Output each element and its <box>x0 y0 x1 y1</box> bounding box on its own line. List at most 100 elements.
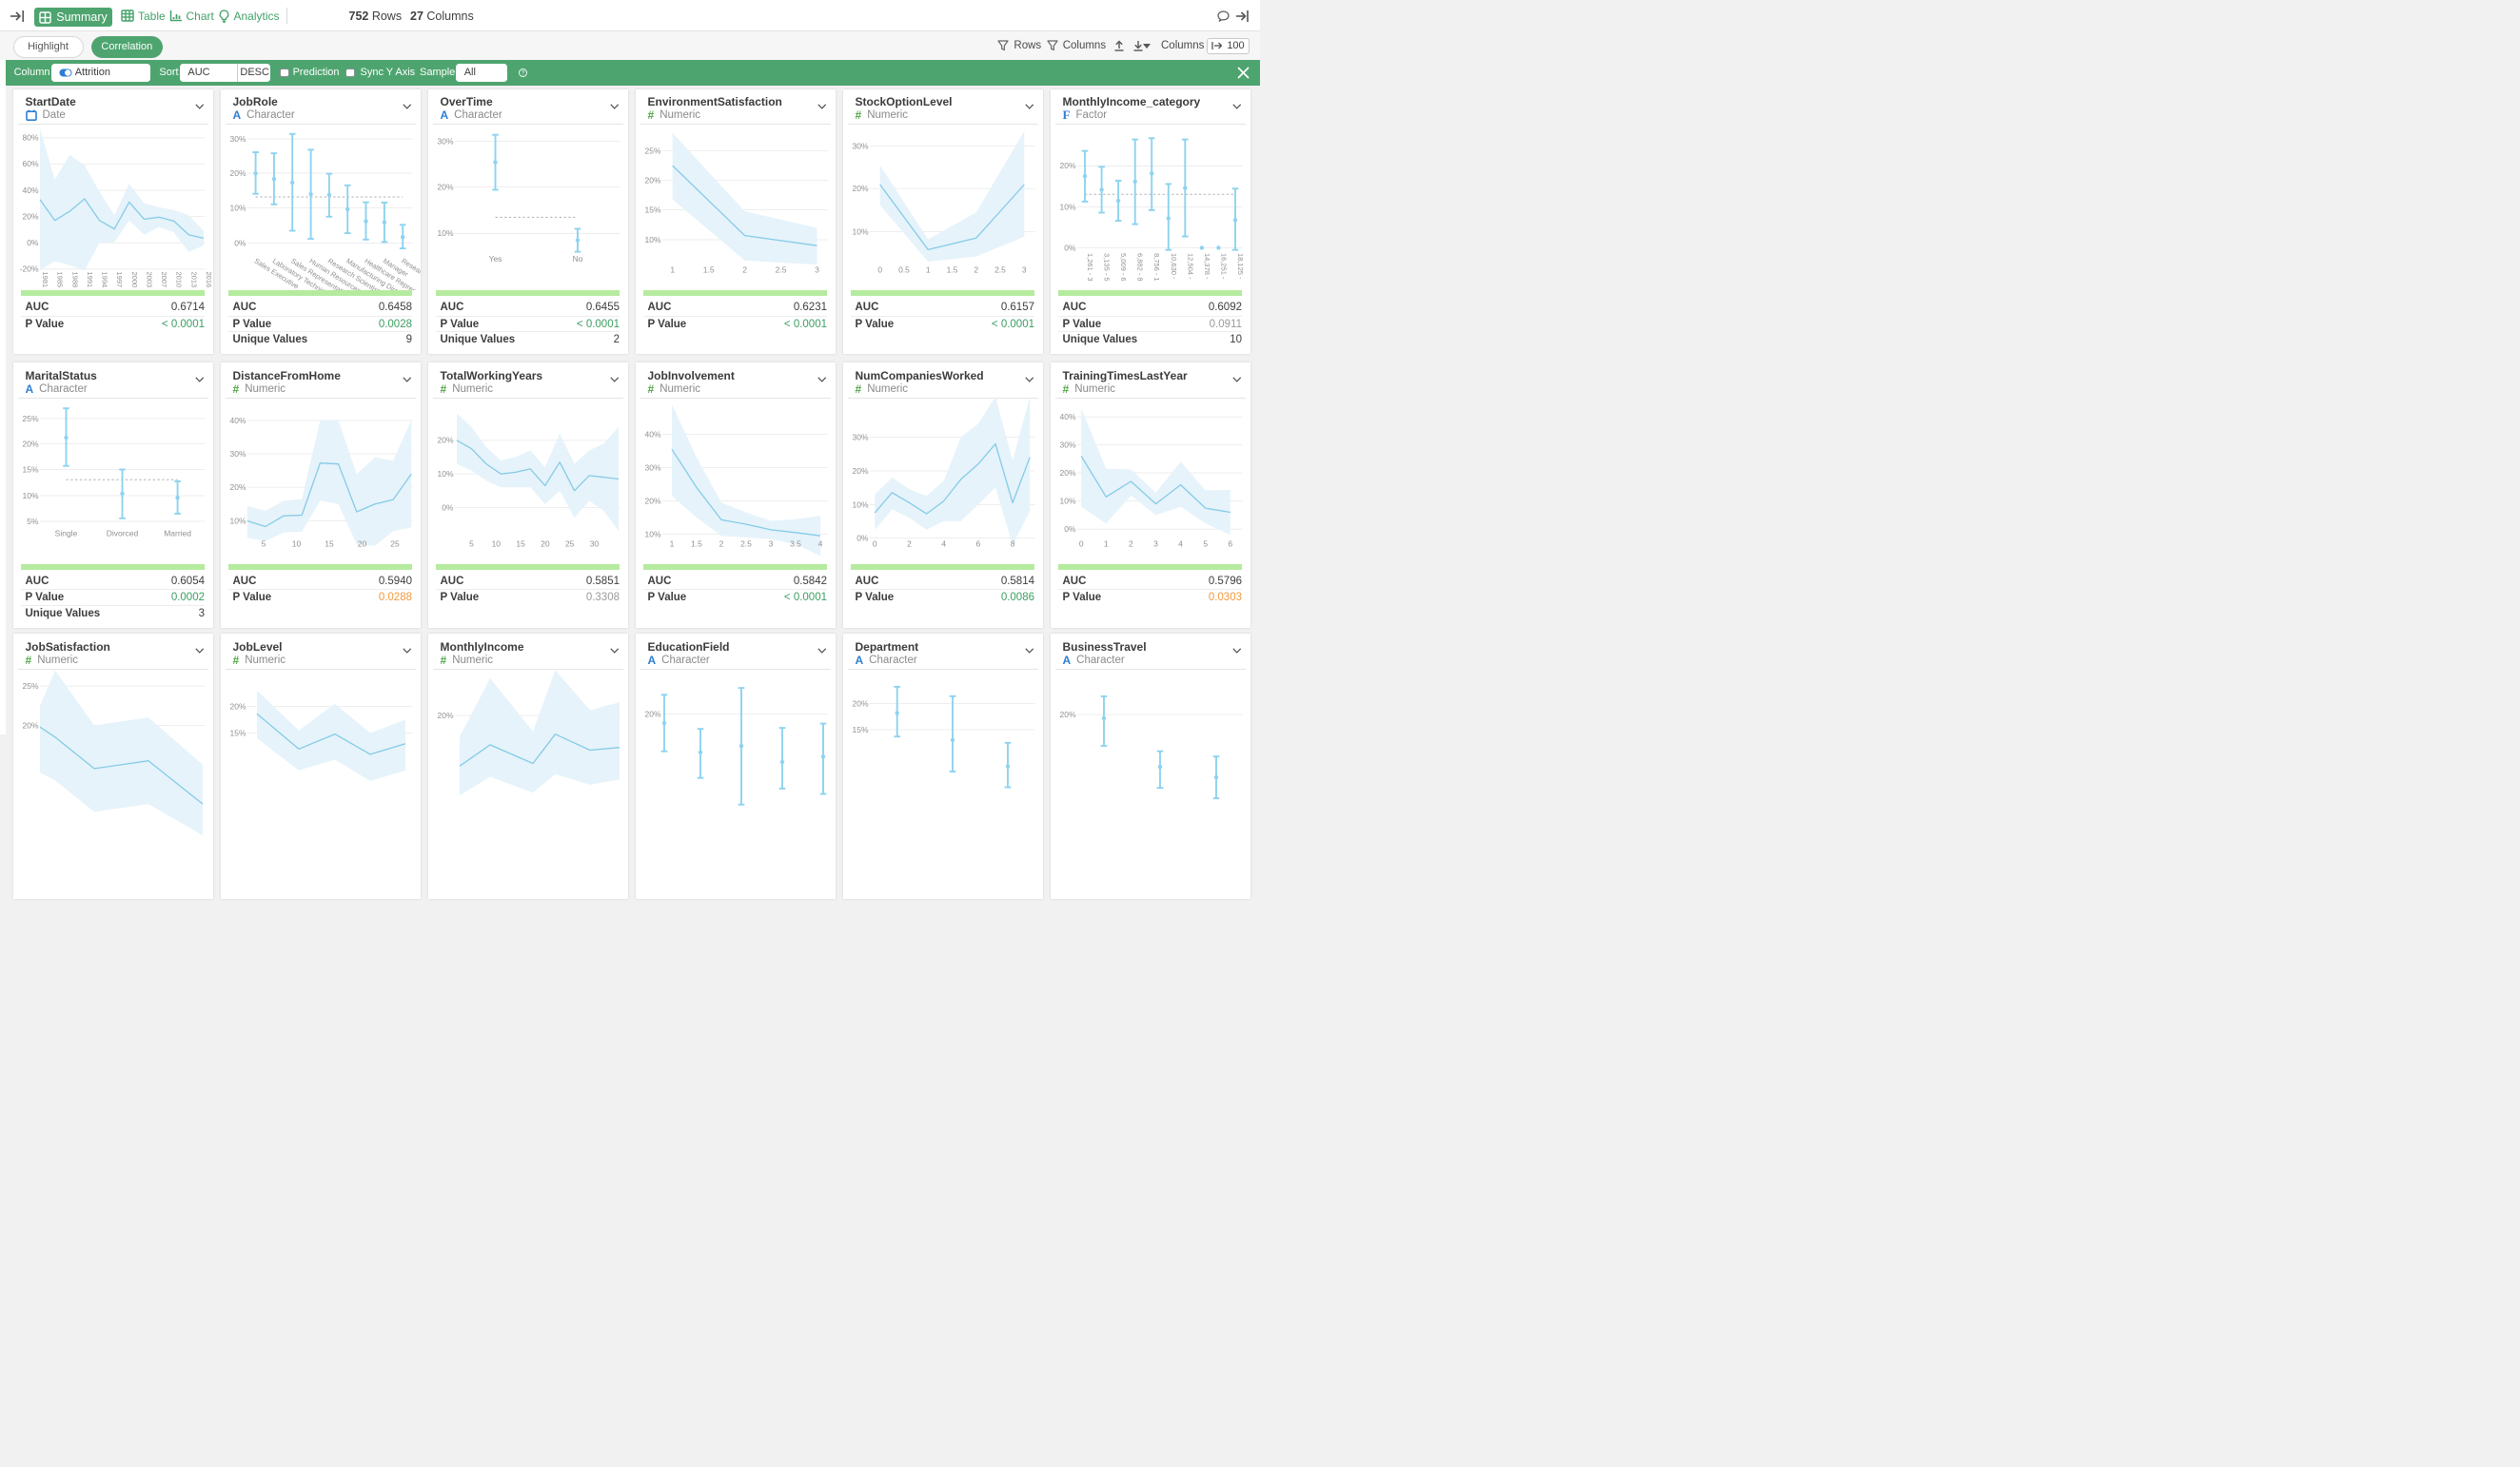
svg-text:0%: 0% <box>27 238 39 247</box>
svg-text:5: 5 <box>469 538 474 548</box>
svg-text:20%: 20% <box>1059 467 1075 477</box>
svg-text:15%: 15% <box>22 464 38 474</box>
svg-text:1.5: 1.5 <box>702 265 714 275</box>
svg-text:Married: Married <box>164 528 191 538</box>
svg-text:3: 3 <box>1153 538 1158 548</box>
svg-text:2: 2 <box>974 265 978 275</box>
svg-text:2: 2 <box>907 538 912 548</box>
svg-text:10: 10 <box>291 538 301 548</box>
svg-text:1991: 1991 <box>85 272 93 288</box>
svg-text:1988: 1988 <box>70 272 79 288</box>
svg-text:8,756 - 1: 8,756 - 1 <box>1152 253 1161 282</box>
svg-text:10%: 10% <box>644 235 660 244</box>
svg-text:1.5: 1.5 <box>691 538 702 548</box>
svg-text:15: 15 <box>516 538 525 548</box>
svg-text:20%: 20% <box>437 435 453 444</box>
svg-text:10%: 10% <box>644 529 660 538</box>
svg-text:No: No <box>572 254 582 264</box>
svg-text:30%: 30% <box>437 136 453 146</box>
svg-text:30%: 30% <box>229 134 246 144</box>
svg-text:10%: 10% <box>852 499 868 509</box>
svg-text:3: 3 <box>768 538 773 548</box>
svg-text:4: 4 <box>941 538 946 548</box>
svg-text:18,125 -: 18,125 - <box>1236 253 1245 280</box>
svg-text:3: 3 <box>1021 265 1026 275</box>
svg-text:30: 30 <box>589 538 599 548</box>
svg-text:20%: 20% <box>644 175 660 185</box>
svg-text:14,378 -: 14,378 - <box>1202 253 1211 280</box>
svg-text:2013: 2013 <box>189 272 198 288</box>
svg-text:0%: 0% <box>234 238 246 247</box>
svg-text:20%: 20% <box>644 496 660 505</box>
svg-text:30%: 30% <box>1059 440 1075 449</box>
svg-text:20: 20 <box>541 538 550 548</box>
svg-text:15%: 15% <box>644 205 660 214</box>
svg-text:2: 2 <box>719 538 723 548</box>
svg-text:20%: 20% <box>437 710 453 719</box>
svg-text:16,251 -: 16,251 - <box>1219 253 1228 280</box>
svg-text:1: 1 <box>1103 538 1108 548</box>
svg-text:10%: 10% <box>22 490 38 499</box>
svg-text:3: 3 <box>815 265 819 275</box>
svg-text:40%: 40% <box>22 186 38 195</box>
svg-text:20: 20 <box>357 538 366 548</box>
svg-text:0.5: 0.5 <box>898 265 910 275</box>
svg-text:6: 6 <box>975 538 980 548</box>
svg-text:10%: 10% <box>852 226 868 236</box>
svg-text:40%: 40% <box>229 415 246 424</box>
svg-text:20%: 20% <box>852 465 868 475</box>
svg-text:1981: 1981 <box>41 272 49 288</box>
svg-text:20%: 20% <box>229 701 246 711</box>
svg-text:5%: 5% <box>27 516 39 525</box>
svg-text:10: 10 <box>491 538 501 548</box>
svg-text:60%: 60% <box>22 159 38 168</box>
svg-text:15%: 15% <box>852 724 868 734</box>
svg-text:2.5: 2.5 <box>740 538 752 548</box>
svg-text:10,630 -: 10,630 - <box>1169 253 1177 280</box>
svg-text:40%: 40% <box>1059 412 1075 421</box>
svg-text:5: 5 <box>261 538 266 548</box>
svg-text:25%: 25% <box>22 681 38 691</box>
svg-text:10%: 10% <box>1059 496 1075 505</box>
svg-text:3.5: 3.5 <box>790 538 801 548</box>
svg-text:25%: 25% <box>22 413 38 422</box>
svg-text:-20%: -20% <box>19 264 38 274</box>
svg-text:2.5: 2.5 <box>994 265 1006 275</box>
svg-text:15: 15 <box>325 538 334 548</box>
svg-text:1: 1 <box>925 265 930 275</box>
svg-text:4: 4 <box>1178 538 1183 548</box>
svg-text:0%: 0% <box>856 533 869 542</box>
svg-text:2: 2 <box>742 265 747 275</box>
svg-text:2016: 2016 <box>205 272 213 288</box>
svg-text:25: 25 <box>564 538 574 548</box>
svg-text:6,882 - 8: 6,882 - 8 <box>1135 253 1144 282</box>
svg-text:8: 8 <box>1010 538 1014 548</box>
svg-text:1985: 1985 <box>55 272 64 288</box>
svg-text:1.5: 1.5 <box>946 265 957 275</box>
svg-text:2.5: 2.5 <box>775 265 786 275</box>
svg-text:10%: 10% <box>229 203 246 212</box>
svg-text:0%: 0% <box>1064 524 1076 534</box>
svg-text:6: 6 <box>1228 538 1232 548</box>
svg-text:10%: 10% <box>437 228 453 238</box>
svg-text:1: 1 <box>670 265 675 275</box>
svg-text:2: 2 <box>1129 538 1133 548</box>
svg-text:20%: 20% <box>1059 709 1075 718</box>
svg-text:20%: 20% <box>852 184 868 193</box>
svg-text:0: 0 <box>1078 538 1083 548</box>
svg-text:2010: 2010 <box>174 272 183 288</box>
svg-text:20%: 20% <box>229 168 246 178</box>
svg-text:15%: 15% <box>229 728 246 737</box>
svg-text:Yes: Yes <box>488 254 502 264</box>
svg-text:5: 5 <box>1203 538 1208 548</box>
svg-text:10%: 10% <box>229 516 246 525</box>
svg-text:Single: Single <box>54 528 77 538</box>
svg-text:0%: 0% <box>1064 243 1076 252</box>
svg-text:0: 0 <box>872 538 876 548</box>
svg-text:30%: 30% <box>852 432 868 441</box>
svg-text:20%: 20% <box>22 439 38 448</box>
svg-text:20%: 20% <box>22 211 38 221</box>
svg-text:25%: 25% <box>644 146 660 155</box>
svg-text:3,135 - 5: 3,135 - 5 <box>1102 253 1111 282</box>
svg-text:10%: 10% <box>1059 202 1075 211</box>
